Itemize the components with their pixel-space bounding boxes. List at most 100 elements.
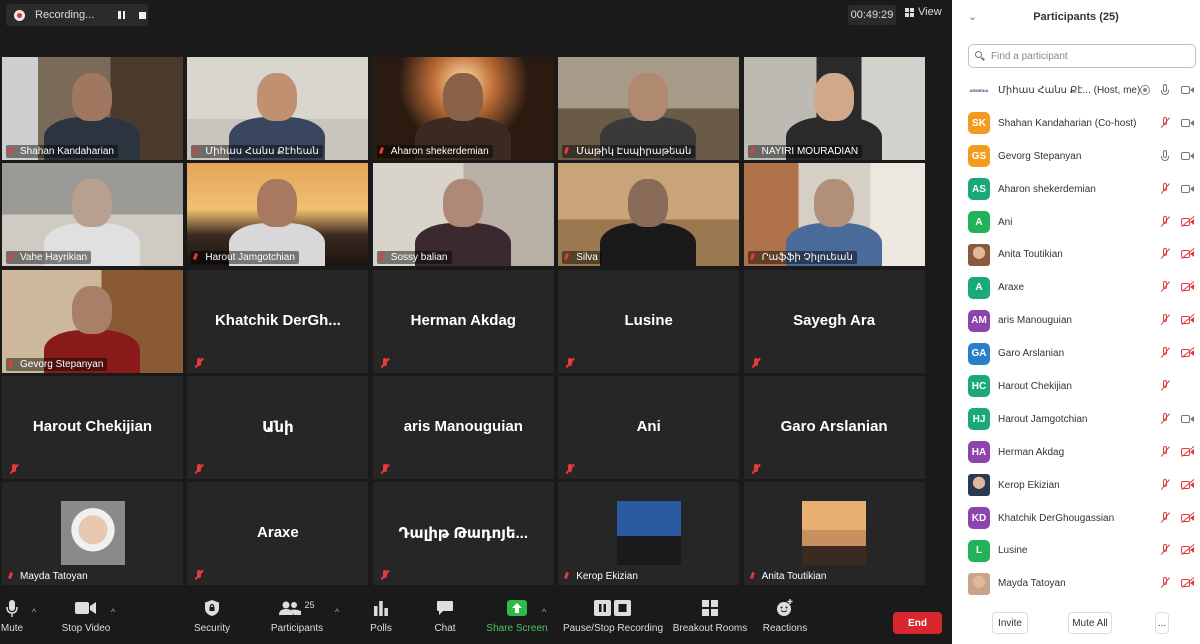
participant-name-label: Silva — [562, 251, 602, 265]
participant-row[interactable]: A Araxe — [968, 271, 1200, 304]
share-screen-button[interactable]: Share Screen — [486, 593, 548, 644]
participants-count: 25 — [304, 600, 315, 610]
participant-name-label: Kerop Ekizian — [562, 570, 642, 583]
video-tile[interactable]: Khatchik DerGh... — [187, 269, 369, 373]
participant-name-label: Khatchik DerGh... — [214, 311, 341, 329]
participant-row[interactable]: AM aris Manouguian — [968, 304, 1200, 337]
stop-recording-icon[interactable] — [139, 11, 147, 19]
microphone-icon[interactable] — [1158, 149, 1172, 162]
video-tile[interactable]: Aharon shekerdemian — [372, 57, 554, 160]
video-tile[interactable]: Mayda Tatoyan — [2, 482, 183, 586]
participant-row[interactable]: Anita Toutikian — [968, 238, 1200, 271]
muted-microphone-icon[interactable] — [1158, 380, 1172, 392]
video-tile[interactable]: Harout Jamgotchian — [187, 163, 369, 267]
more-options-button[interactable]: ... — [1155, 612, 1169, 634]
participant-row[interactable]: Mayda Tatoyan — [968, 567, 1200, 600]
video-tile[interactable]: Միհաս Հանս Քէհեան — [187, 57, 369, 160]
video-options-chevron-icon[interactable]: ^ — [111, 607, 115, 617]
participant-row[interactable]: L Lusine — [968, 534, 1200, 567]
pause-recording-icon[interactable] — [118, 11, 126, 19]
participant-row[interactable]: HJ Harout Jamgotchian — [968, 403, 1200, 436]
muted-microphone-icon[interactable] — [1158, 248, 1172, 260]
participant-name: Միհաս Հանս Քէ... (Host, me) — [998, 84, 1141, 96]
muted-microphone-icon[interactable] — [1158, 347, 1172, 359]
muted-microphone-icon[interactable] — [1158, 182, 1172, 195]
avatar — [968, 572, 990, 595]
video-tile[interactable]: Sayegh Ara — [743, 269, 925, 373]
muted-microphone-icon[interactable] — [1158, 116, 1172, 129]
participant-row[interactable]: KD Khatchik DerGhougassian — [968, 502, 1200, 535]
video-tile[interactable]: Harout Chekijian — [2, 375, 183, 479]
reactions-button[interactable]: Reactions — [760, 593, 810, 644]
muted-microphone-icon[interactable] — [1158, 215, 1172, 228]
participant-row[interactable]: HA Herman Akdag — [968, 436, 1200, 469]
muted-microphone-icon[interactable] — [1158, 577, 1172, 589]
muted-microphone-icon[interactable] — [1158, 445, 1172, 458]
video-tile[interactable]: Silva — [558, 163, 740, 267]
participant-row[interactable]: GS Gevorg Stepanyan — [968, 140, 1200, 173]
participants-button[interactable]: 25 Participants — [266, 593, 328, 644]
video-tile[interactable]: Gevorg Stepanyan — [2, 269, 183, 373]
video-tile[interactable]: Kerop Ekizian — [558, 482, 740, 586]
video-tile[interactable]: Anita Toutikian — [743, 482, 925, 586]
participant-row[interactable]: Kerop Ekizian — [968, 469, 1200, 502]
security-button[interactable]: Security — [186, 593, 238, 644]
participant-name: Harout Chekijian — [998, 380, 1072, 392]
video-tile[interactable]: Դալիթ Թադոյե... — [372, 482, 554, 586]
video-tile[interactable]: Sossy balian — [372, 163, 554, 267]
participant-row[interactable]: GA Garo Arslanian — [968, 337, 1200, 370]
breakout-rooms-button[interactable]: Breakout Rooms — [670, 593, 750, 644]
participant-name-label: Lusine — [624, 311, 673, 329]
video-tile[interactable]: Մաթիկ Էսպիրաթեան — [558, 57, 740, 160]
polls-icon — [374, 601, 388, 616]
video-off-icon — [1181, 445, 1195, 458]
video-tile[interactable]: aris Manouguian — [372, 375, 554, 479]
video-tile[interactable]: Garo Arslanian — [743, 375, 925, 479]
muted-microphone-icon[interactable] — [1158, 478, 1172, 491]
chat-button[interactable]: Chat — [428, 593, 462, 644]
video-tile[interactable]: Անի — [187, 375, 369, 479]
invite-button[interactable]: Invite — [992, 612, 1028, 634]
muted-microphone-icon[interactable] — [1158, 412, 1172, 425]
video-tile[interactable]: Lusine — [558, 269, 740, 373]
participants-options-chevron-icon[interactable]: ^ — [335, 607, 339, 617]
mute-button[interactable]: Mute — [0, 593, 24, 644]
participant-name: Khatchik DerGhougassian — [998, 512, 1115, 524]
share-options-chevron-icon[interactable]: ^ — [542, 607, 546, 617]
participant-row[interactable]: SK Shahan Kandaharian (Co-host) — [968, 107, 1200, 140]
muted-microphone-icon[interactable] — [1158, 281, 1172, 293]
participant-row[interactable]: A Ani — [968, 206, 1200, 239]
participant-row[interactable]: ARMENIA Միհաս Հանս Քէ... (Host, me) — [968, 74, 1200, 107]
avatar: L — [968, 539, 990, 562]
participant-search-box[interactable] — [968, 44, 1196, 68]
pause-stop-recording-button[interactable]: Pause/Stop Recording — [560, 593, 666, 644]
muted-microphone-icon — [565, 463, 575, 474]
meeting-toolbar: Mute ^ Stop Video ^ Security 25 Particip… — [0, 593, 952, 644]
participant-row[interactable]: AS Aharon shekerdemian — [968, 173, 1200, 206]
participant-search-input[interactable] — [991, 50, 1181, 62]
participant-name: Kerop Ekizian — [998, 479, 1060, 491]
video-tile[interactable]: Րաֆֆի Չիլուեան — [743, 163, 925, 267]
participant-row[interactable]: HC Harout Chekijian — [968, 370, 1200, 403]
video-tile[interactable]: Ani — [558, 375, 740, 479]
mute-all-button[interactable]: Mute All — [1068, 612, 1112, 634]
participant-name-label: Harout Jamgotchian — [191, 251, 299, 265]
video-tile[interactable]: Araxe — [187, 482, 369, 586]
profile-picture — [801, 501, 866, 566]
video-tile[interactable]: NAYIRI MOURADIAN — [743, 57, 925, 160]
video-camera-icon — [1181, 117, 1195, 129]
polls-button[interactable]: Polls — [366, 593, 396, 644]
audio-options-chevron-icon[interactable]: ^ — [32, 607, 36, 617]
muted-microphone-icon[interactable] — [1158, 314, 1172, 326]
stop-video-button[interactable]: Stop Video — [56, 593, 116, 644]
video-tile[interactable]: Vahe Hayrikian — [2, 163, 183, 267]
microphone-icon[interactable] — [1158, 84, 1172, 96]
view-button[interactable]: View — [905, 6, 942, 18]
video-tile[interactable]: Shahan Kandaharian — [2, 57, 183, 160]
video-tile[interactable]: Herman Akdag — [372, 269, 554, 373]
muted-microphone-icon[interactable] — [1158, 511, 1172, 524]
muted-microphone-icon — [194, 569, 204, 581]
end-meeting-button[interactable]: End — [893, 612, 942, 634]
security-label: Security — [193, 623, 231, 634]
muted-microphone-icon[interactable] — [1158, 544, 1172, 556]
